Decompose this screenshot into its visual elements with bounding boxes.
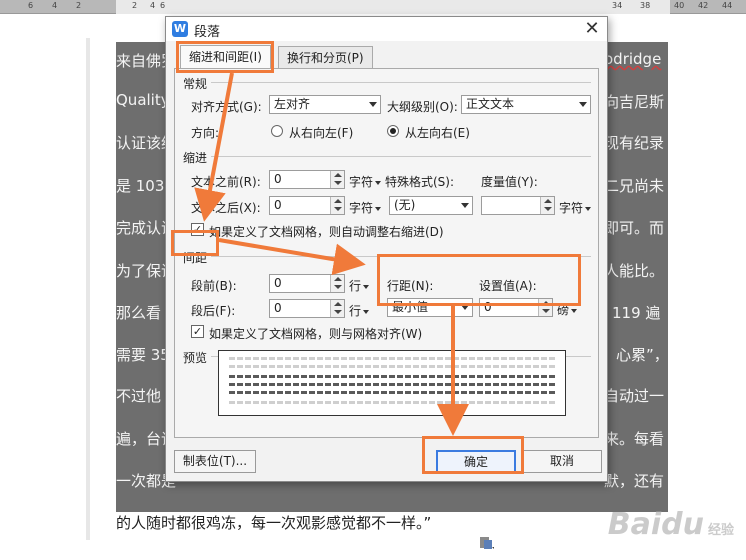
tab-line-page-breaks[interactable]: 换行和分页(P) [278, 46, 373, 68]
chevron-down-icon [369, 102, 377, 107]
indent-before-unit[interactable]: 字符 [349, 173, 382, 190]
grid-align-checkbox[interactable]: ✓ [191, 325, 204, 338]
rtl-label[interactable]: 从右向左(F) [289, 124, 353, 141]
paragraph-dialog: W 段落 ✕ 缩进和间距(I) 换行和分页(P) 常规 对齐方式(G): 左对齐… [165, 16, 608, 482]
baidu-watermark: Baidu 经验 [607, 507, 734, 542]
spacing-before-unit[interactable]: 行 [349, 277, 370, 294]
highlight-ok-button [422, 436, 524, 474]
spinner-buttons[interactable] [330, 275, 344, 292]
tab-stops-button[interactable]: 制表位(T)... [174, 450, 256, 473]
ruler-active-area [116, 0, 670, 14]
outline-label: 大纲级别(O): [387, 100, 458, 114]
highlight-indent-tab [176, 41, 274, 73]
ruler-number: 40 [674, 1, 685, 10]
preview-current-line [229, 375, 557, 378]
paragraph-preview [218, 350, 566, 416]
indent-after-label: 文本之后(X): [191, 201, 261, 215]
special-format-select[interactable]: (无) [389, 196, 473, 215]
dialog-title: 段落 [194, 25, 221, 40]
measure-input[interactable] [481, 196, 555, 215]
spinner-buttons[interactable] [330, 197, 344, 214]
indent-before-input[interactable]: 0 [269, 170, 345, 189]
wps-writer-icon: W [172, 21, 188, 37]
rtl-radio[interactable] [271, 125, 283, 137]
dialog-titlebar[interactable]: W 段落 ✕ [166, 17, 607, 41]
special-format-label: 特殊格式(S): [385, 175, 455, 189]
paste-options-icon[interactable] [478, 534, 494, 550]
chevron-down-icon [461, 203, 469, 208]
outline-select[interactable]: 正文文本 [461, 95, 591, 114]
ruler-number: 44 [722, 1, 733, 10]
highlight-line-spacing [377, 254, 581, 306]
align-select[interactable]: 左对齐 [269, 95, 381, 114]
spacing-after-unit[interactable]: 行 [349, 302, 370, 319]
spinner-buttons[interactable] [540, 197, 554, 214]
ruler-number: 2 [132, 1, 138, 10]
preview-current-line [229, 383, 557, 386]
general-heading: 常规 [183, 77, 208, 91]
ruler-number: 34 [612, 1, 623, 10]
preview-current-line [229, 391, 557, 394]
preview-next-line [229, 401, 557, 404]
ruler-number: 38 [640, 1, 651, 10]
spinner-buttons[interactable] [330, 300, 344, 317]
preview-heading: 预览 [183, 351, 208, 365]
preview-prev-line [229, 365, 557, 368]
ruler-number: 2 [76, 1, 82, 10]
ruler-number: 4 [150, 1, 156, 10]
divider [211, 156, 591, 157]
grid-align-label[interactable]: 如果定义了文档网格，则与网格对齐(W) [209, 325, 422, 342]
ruler-number: 6 [28, 1, 34, 10]
measure-unit[interactable]: 字符 [559, 199, 592, 216]
indent-after-input[interactable]: 0 [269, 196, 345, 215]
indent-before-label: 文本之前(R): [191, 175, 261, 189]
spacing-after-label: 段后(F): [191, 304, 236, 318]
ltr-radio[interactable] [387, 125, 399, 137]
measure-label: 度量值(Y): [481, 175, 538, 189]
spinner-buttons[interactable] [330, 171, 344, 188]
spacing-before-label: 段前(B): [191, 279, 237, 293]
close-button[interactable]: ✕ [581, 18, 603, 40]
auto-adjust-label[interactable]: 如果定义了文档网格，则自动调整右缩进(D) [209, 223, 444, 240]
chevron-down-icon [579, 102, 587, 107]
preview-prev-line [229, 357, 557, 360]
ruler-number: 4 [52, 1, 58, 10]
close-icon: ✕ [584, 18, 600, 39]
ruler: 6 4 2 2 4 6 34 38 40 42 44 [0, 0, 746, 14]
highlight-spacing-heading [171, 230, 219, 256]
direction-label: 方向: [191, 126, 220, 140]
align-label: 对齐方式(G): [191, 100, 262, 114]
spacing-after-input[interactable]: 0 [269, 299, 345, 318]
ruler-number: 42 [698, 1, 709, 10]
ruler-number: 6 [160, 1, 166, 10]
divider [211, 82, 591, 83]
indent-heading: 缩进 [183, 151, 208, 165]
indent-after-unit[interactable]: 字符 [349, 199, 382, 216]
cancel-button[interactable]: 取消 [522, 450, 602, 473]
document-last-line[interactable]: 的人随时都很鸡冻，每一次观影感觉都不一样。” [116, 512, 672, 533]
spacing-before-input[interactable]: 0 [269, 274, 345, 293]
ltr-label[interactable]: 从左向右(E) [405, 124, 470, 141]
